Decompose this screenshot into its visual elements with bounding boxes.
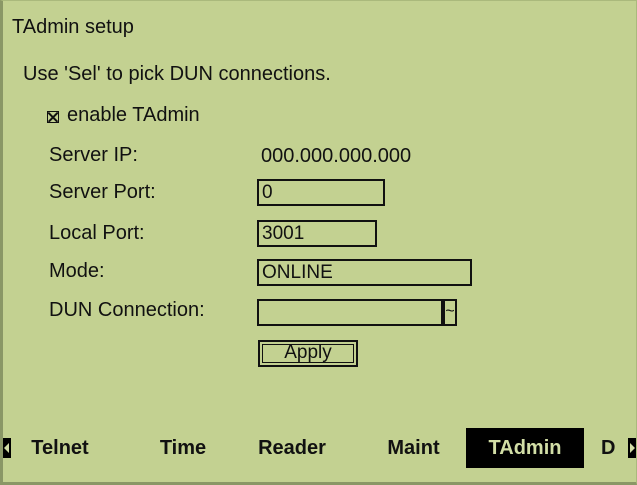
dropdown-arrow-icon[interactable]: ~ [441, 299, 457, 326]
server-port-field[interactable]: 0 [257, 179, 385, 206]
tab-tadmin[interactable]: TAdmin [466, 428, 584, 468]
mode-field[interactable]: ONLINE [257, 259, 472, 286]
checked-checkbox-icon[interactable] [47, 110, 59, 123]
bottom-tab-bar: Telnet Time Reader Maint TAdmin D [3, 428, 636, 468]
dun-connection-label: DUN Connection: [49, 299, 205, 321]
tadmin-setup-screen: TAdmin setup Use 'Sel' to pick DUN conne… [0, 0, 637, 485]
server-port-label: Server Port: [49, 181, 156, 203]
tab-scroll-right-icon[interactable] [628, 438, 636, 458]
mode-label: Mode: [49, 260, 105, 282]
server-ip-value: 000.000.000.000 [261, 145, 412, 167]
tab-telnet[interactable]: Telnet [19, 428, 101, 468]
enable-tadmin-label: enable TAdmin [67, 104, 200, 126]
tab-reader[interactable]: Reader [247, 428, 337, 468]
local-port-label: Local Port: [49, 222, 145, 244]
instruction-text: Use 'Sel' to pick DUN connections. [23, 63, 331, 85]
tab-scroll-left-icon[interactable] [3, 438, 11, 458]
page-title: TAdmin setup [12, 16, 134, 38]
dun-connection-select[interactable] [257, 299, 443, 326]
server-ip-label: Server IP: [49, 144, 138, 166]
local-port-field[interactable]: 3001 [257, 220, 377, 247]
apply-button-focus-frame [262, 344, 354, 363]
tab-truncated-next[interactable]: D [601, 428, 626, 468]
tab-time[interactable]: Time [147, 428, 219, 468]
apply-button[interactable]: Apply [258, 340, 358, 367]
tab-maint[interactable]: Maint [374, 428, 453, 468]
enable-tadmin-checkbox-row[interactable]: enable TAdmin [47, 104, 200, 127]
